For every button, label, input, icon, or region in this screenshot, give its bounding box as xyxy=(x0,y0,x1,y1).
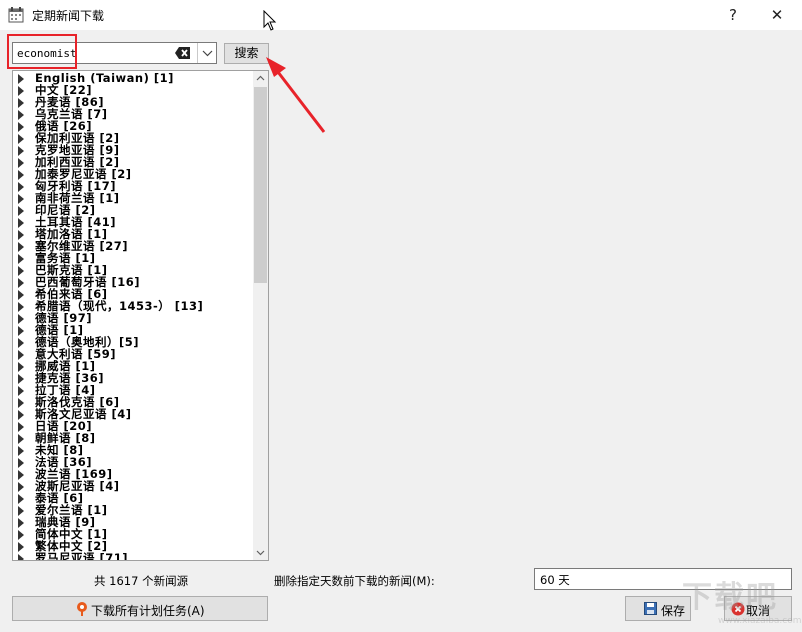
expand-arrow-icon[interactable] xyxy=(18,134,24,144)
expand-arrow-icon[interactable] xyxy=(18,146,24,156)
expand-arrow-icon[interactable] xyxy=(18,422,24,432)
watermark-text: 下载吧 xyxy=(682,580,778,615)
expand-arrow-icon[interactable] xyxy=(18,386,24,396)
scroll-down-icon[interactable] xyxy=(253,545,268,560)
expand-arrow-icon[interactable] xyxy=(18,230,24,240)
expand-arrow-icon[interactable] xyxy=(18,194,24,204)
expand-arrow-icon[interactable] xyxy=(18,398,24,408)
expand-arrow-icon[interactable] xyxy=(18,554,24,560)
expand-arrow-icon[interactable] xyxy=(18,86,24,96)
feed-count: 共 1617 个新闻源 xyxy=(94,574,189,588)
expand-arrow-icon[interactable] xyxy=(18,98,24,108)
expand-arrow-icon[interactable] xyxy=(18,542,24,552)
days-value: 60 天 xyxy=(540,573,570,587)
expand-arrow-icon[interactable] xyxy=(18,350,24,360)
expand-arrow-icon[interactable] xyxy=(18,278,24,288)
expand-arrow-icon[interactable] xyxy=(18,74,24,84)
delete-days-label: 删除指定天数前下载的新闻(M): xyxy=(274,574,435,588)
annotation-arrow-icon xyxy=(266,57,326,133)
expand-arrow-icon[interactable] xyxy=(18,518,24,528)
expand-arrow-icon[interactable] xyxy=(18,326,24,336)
expand-arrow-icon[interactable] xyxy=(18,458,24,468)
save-icon xyxy=(644,602,657,615)
expand-arrow-icon[interactable] xyxy=(18,314,24,324)
mouse-cursor-icon xyxy=(263,10,277,31)
title-bar: 定期新闻下载 ? ✕ xyxy=(0,0,802,30)
download-icon xyxy=(77,602,87,616)
expand-arrow-icon[interactable] xyxy=(18,206,24,216)
expand-arrow-icon[interactable] xyxy=(18,446,24,456)
expand-arrow-icon[interactable] xyxy=(18,482,24,492)
vertical-scrollbar[interactable] xyxy=(253,71,268,560)
expand-arrow-icon[interactable] xyxy=(18,110,24,120)
expand-arrow-icon[interactable] xyxy=(18,470,24,480)
expand-arrow-icon[interactable] xyxy=(18,254,24,264)
expand-arrow-icon[interactable] xyxy=(18,506,24,516)
expand-arrow-icon[interactable] xyxy=(18,182,24,192)
expand-arrow-icon[interactable] xyxy=(18,374,24,384)
expand-arrow-icon[interactable] xyxy=(18,338,24,348)
expand-arrow-icon[interactable] xyxy=(18,302,24,312)
expand-arrow-icon[interactable] xyxy=(18,494,24,504)
language-tree[interactable]: English (Taiwan) [1] 中文 [22] 丹麦语 [86] 乌克兰语 … xyxy=(12,70,269,561)
watermark: 下载吧 www.xiazaiba.com xyxy=(672,568,802,632)
expand-arrow-icon[interactable] xyxy=(18,158,24,168)
combo-separator xyxy=(197,43,198,63)
expand-arrow-icon[interactable] xyxy=(18,122,24,132)
expand-arrow-icon[interactable] xyxy=(18,410,24,420)
expand-arrow-icon[interactable] xyxy=(18,530,24,540)
expand-arrow-icon[interactable] xyxy=(18,218,24,228)
download-all-button[interactable]: 下载所有计划任务(A) xyxy=(12,596,268,621)
expand-arrow-icon[interactable] xyxy=(18,290,24,300)
highlight-box xyxy=(7,34,77,69)
tree-item[interactable]: 罗马尼亚语 [71] xyxy=(13,551,253,561)
tree-item-label: 罗马尼亚语 [71] xyxy=(35,551,129,561)
expand-arrow-icon[interactable] xyxy=(18,362,24,372)
chevron-down-icon[interactable] xyxy=(199,43,216,63)
window-title: 定期新闻下载 xyxy=(32,9,105,23)
download-all-label: 下载所有计划任务(A) xyxy=(91,604,205,618)
help-button[interactable]: ? xyxy=(710,0,756,30)
expand-arrow-icon[interactable] xyxy=(18,242,24,252)
expand-arrow-icon[interactable] xyxy=(18,434,24,444)
tree-list: English (Taiwan) [1] 中文 [22] 丹麦语 [86] 乌克兰语 … xyxy=(13,72,253,561)
close-button[interactable]: ✕ xyxy=(754,0,800,30)
expand-arrow-icon[interactable] xyxy=(18,170,24,180)
clear-icon[interactable] xyxy=(175,46,191,60)
expand-arrow-icon[interactable] xyxy=(18,266,24,276)
watermark-url: www.xiazaiba.com xyxy=(718,616,802,626)
calendar-icon xyxy=(8,7,24,23)
